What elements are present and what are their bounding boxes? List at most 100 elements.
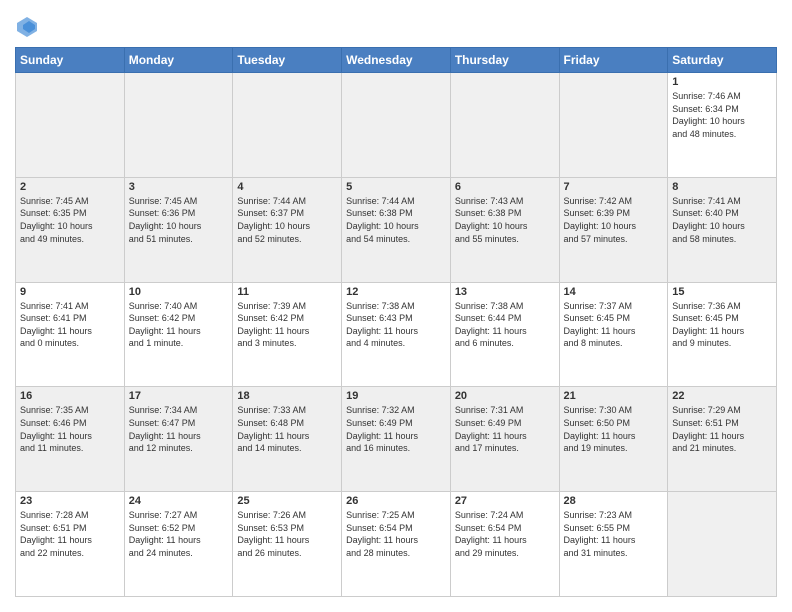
day-number: 14 <box>564 286 664 298</box>
day-number: 16 <box>20 390 120 402</box>
day-number: 27 <box>455 495 555 507</box>
day-cell: 2Sunrise: 7:45 AM Sunset: 6:35 PM Daylig… <box>16 177 125 282</box>
day-info: Sunrise: 7:43 AM Sunset: 6:38 PM Dayligh… <box>455 195 555 245</box>
day-cell <box>16 73 125 178</box>
day-info: Sunrise: 7:29 AM Sunset: 6:51 PM Dayligh… <box>672 404 772 454</box>
day-cell: 27 Sunrise: 7:24 AM Sunset: 6:54 PM Dayli… <box>450 492 559 597</box>
day-number: 7 <box>564 181 664 193</box>
day-cell: 3Sunrise: 7:45 AM Sunset: 6:36 PM Daylig… <box>124 177 233 282</box>
day-number: 4 <box>237 181 337 193</box>
day-cell <box>342 73 451 178</box>
day-cell: 26Sunrise: 7:25 AM Sunset: 6:54 PM Dayli… <box>342 492 451 597</box>
day-cell: 9 Sunrise: 7:41 AM Sunset: 6:41 PM Daylig… <box>16 282 125 387</box>
day-number: 18 <box>237 390 337 402</box>
day-cell: 5 Sunrise: 7:44 AM Sunset: 6:38 PM Daylig… <box>342 177 451 282</box>
day-number: 6 <box>455 181 555 193</box>
day-number: 12 <box>346 286 446 298</box>
day-number: 28 <box>564 495 664 507</box>
day-cell: 25 Sunrise: 7:26 AM Sunset: 6:53 PM Dayli… <box>233 492 342 597</box>
day-cell: 15Sunrise: 7:36 AM Sunset: 6:45 PM Dayli… <box>668 282 777 387</box>
week-row-1: 1 Sunrise: 7:46 AM Sunset: 6:34 PM Daylig… <box>16 73 777 178</box>
day-cell: 23 Sunrise: 7:28 AM Sunset: 6:51 PM Dayli… <box>16 492 125 597</box>
week-row-2: 2Sunrise: 7:45 AM Sunset: 6:35 PM Daylig… <box>16 177 777 282</box>
day-info: Sunrise: 7:33 AM Sunset: 6:48 PM Dayligh… <box>237 404 337 454</box>
day-cell <box>450 73 559 178</box>
day-info: Sunrise: 7:41 AM Sunset: 6:41 PM Dayligh… <box>20 300 120 350</box>
day-cell: 28 Sunrise: 7:23 AM Sunset: 6:55 PM Dayli… <box>559 492 668 597</box>
day-number: 13 <box>455 286 555 298</box>
day-number: 1 <box>672 76 772 88</box>
day-cell: 24 Sunrise: 7:27 AM Sunset: 6:52 PM Dayli… <box>124 492 233 597</box>
day-cell: 21 Sunrise: 7:30 AM Sunset: 6:50 PM Dayli… <box>559 387 668 492</box>
header <box>15 15 777 39</box>
day-number: 2 <box>20 181 120 193</box>
day-info: Sunrise: 7:28 AM Sunset: 6:51 PM Dayligh… <box>20 509 120 559</box>
calendar-table: SundayMondayTuesdayWednesdayThursdayFrid… <box>15 47 777 597</box>
weekday-header-monday: Monday <box>124 48 233 73</box>
day-info: Sunrise: 7:38 AM Sunset: 6:44 PM Dayligh… <box>455 300 555 350</box>
day-info: Sunrise: 7:42 AM Sunset: 6:39 PM Dayligh… <box>564 195 664 245</box>
calendar-header: SundayMondayTuesdayWednesdayThursdayFrid… <box>16 48 777 73</box>
day-number: 10 <box>129 286 229 298</box>
weekday-header-friday: Friday <box>559 48 668 73</box>
day-number: 8 <box>672 181 772 193</box>
day-number: 20 <box>455 390 555 402</box>
weekday-row: SundayMondayTuesdayWednesdayThursdayFrid… <box>16 48 777 73</box>
day-cell: 12 Sunrise: 7:38 AM Sunset: 6:43 PM Dayli… <box>342 282 451 387</box>
day-info: Sunrise: 7:32 AM Sunset: 6:49 PM Dayligh… <box>346 404 446 454</box>
day-cell: 16Sunrise: 7:35 AM Sunset: 6:46 PM Dayli… <box>16 387 125 492</box>
day-cell: 4 Sunrise: 7:44 AM Sunset: 6:37 PM Daylig… <box>233 177 342 282</box>
day-cell: 20 Sunrise: 7:31 AM Sunset: 6:49 PM Dayli… <box>450 387 559 492</box>
day-info: Sunrise: 7:34 AM Sunset: 6:47 PM Dayligh… <box>129 404 229 454</box>
day-number: 15 <box>672 286 772 298</box>
weekday-header-sunday: Sunday <box>16 48 125 73</box>
day-cell: 1 Sunrise: 7:46 AM Sunset: 6:34 PM Daylig… <box>668 73 777 178</box>
logo-icon <box>15 15 39 39</box>
day-cell: 22 Sunrise: 7:29 AM Sunset: 6:51 PM Dayli… <box>668 387 777 492</box>
calendar-body: 1 Sunrise: 7:46 AM Sunset: 6:34 PM Daylig… <box>16 73 777 597</box>
day-info: Sunrise: 7:30 AM Sunset: 6:50 PM Dayligh… <box>564 404 664 454</box>
day-cell <box>233 73 342 178</box>
day-info: Sunrise: 7:27 AM Sunset: 6:52 PM Dayligh… <box>129 509 229 559</box>
day-cell: 11 Sunrise: 7:39 AM Sunset: 6:42 PM Dayli… <box>233 282 342 387</box>
day-cell: 13 Sunrise: 7:38 AM Sunset: 6:44 PM Dayli… <box>450 282 559 387</box>
day-info: Sunrise: 7:44 AM Sunset: 6:37 PM Dayligh… <box>237 195 337 245</box>
day-info: Sunrise: 7:23 AM Sunset: 6:55 PM Dayligh… <box>564 509 664 559</box>
day-number: 25 <box>237 495 337 507</box>
day-cell: 6 Sunrise: 7:43 AM Sunset: 6:38 PM Daylig… <box>450 177 559 282</box>
day-cell <box>124 73 233 178</box>
day-cell: 10 Sunrise: 7:40 AM Sunset: 6:42 PM Dayli… <box>124 282 233 387</box>
day-info: Sunrise: 7:39 AM Sunset: 6:42 PM Dayligh… <box>237 300 337 350</box>
day-number: 9 <box>20 286 120 298</box>
weekday-header-tuesday: Tuesday <box>233 48 342 73</box>
day-number: 23 <box>20 495 120 507</box>
week-row-3: 9 Sunrise: 7:41 AM Sunset: 6:41 PM Daylig… <box>16 282 777 387</box>
day-cell: 18 Sunrise: 7:33 AM Sunset: 6:48 PM Dayli… <box>233 387 342 492</box>
day-info: Sunrise: 7:25 AM Sunset: 6:54 PM Dayligh… <box>346 509 446 559</box>
day-info: Sunrise: 7:46 AM Sunset: 6:34 PM Dayligh… <box>672 90 772 140</box>
day-number: 22 <box>672 390 772 402</box>
weekday-header-saturday: Saturday <box>668 48 777 73</box>
day-info: Sunrise: 7:26 AM Sunset: 6:53 PM Dayligh… <box>237 509 337 559</box>
day-info: Sunrise: 7:38 AM Sunset: 6:43 PM Dayligh… <box>346 300 446 350</box>
day-info: Sunrise: 7:24 AM Sunset: 6:54 PM Dayligh… <box>455 509 555 559</box>
page: SundayMondayTuesdayWednesdayThursdayFrid… <box>0 0 792 612</box>
day-cell: 17 Sunrise: 7:34 AM Sunset: 6:47 PM Dayli… <box>124 387 233 492</box>
day-info: Sunrise: 7:31 AM Sunset: 6:49 PM Dayligh… <box>455 404 555 454</box>
logo <box>15 15 43 39</box>
day-info: Sunrise: 7:44 AM Sunset: 6:38 PM Dayligh… <box>346 195 446 245</box>
day-info: Sunrise: 7:37 AM Sunset: 6:45 PM Dayligh… <box>564 300 664 350</box>
day-cell: 8Sunrise: 7:41 AM Sunset: 6:40 PM Daylig… <box>668 177 777 282</box>
weekday-header-wednesday: Wednesday <box>342 48 451 73</box>
week-row-5: 23 Sunrise: 7:28 AM Sunset: 6:51 PM Dayli… <box>16 492 777 597</box>
day-number: 17 <box>129 390 229 402</box>
day-number: 19 <box>346 390 446 402</box>
day-number: 5 <box>346 181 446 193</box>
day-info: Sunrise: 7:40 AM Sunset: 6:42 PM Dayligh… <box>129 300 229 350</box>
week-row-4: 16Sunrise: 7:35 AM Sunset: 6:46 PM Dayli… <box>16 387 777 492</box>
day-number: 21 <box>564 390 664 402</box>
day-info: Sunrise: 7:45 AM Sunset: 6:36 PM Dayligh… <box>129 195 229 245</box>
day-number: 11 <box>237 286 337 298</box>
day-cell: 7 Sunrise: 7:42 AM Sunset: 6:39 PM Daylig… <box>559 177 668 282</box>
day-number: 24 <box>129 495 229 507</box>
